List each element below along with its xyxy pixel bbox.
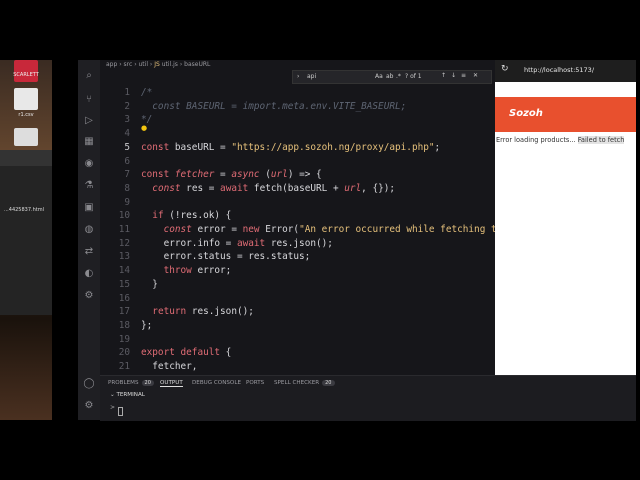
js-file-icon: JS [154,61,160,68]
breadcrumb-util[interactable]: util [139,61,149,68]
error-highlight: Failed to fetch [577,136,625,144]
line-number: 10 [118,210,130,222]
match-case-toggle[interactable]: Aa [375,73,383,80]
line-number: 20 [118,347,130,359]
gear-icon[interactable]: ⚙ [83,400,95,412]
terminal-section[interactable]: ⌄ TERMINAL [110,392,145,398]
tab-spell-checker[interactable]: SPELL CHECKER 20 [274,380,335,386]
line-number: 12 [118,237,130,249]
next-match-icon[interactable]: ↓ [451,72,456,79]
breadcrumb: app › src › util › JS util.js › baseURL [106,61,211,68]
docker-icon[interactable]: ▣ [83,202,95,214]
toggle-replace-icon[interactable]: › [297,73,299,80]
tab-problems[interactable]: PROBLEMS 20 [108,380,154,386]
tab-ports[interactable]: PORTS [246,380,264,386]
code-line[interactable]: return res.json(); [141,306,254,317]
breadcrumb-symbol[interactable]: baseURL [184,61,210,68]
scarlett-app-icon[interactable] [14,60,38,82]
settings-sync-icon[interactable]: ⚙ [83,290,95,302]
edge-icon[interactable]: ◐ [83,268,95,280]
csv-file-icon[interactable] [14,88,38,110]
code-line[interactable]: /* [141,87,152,98]
line-number: 2 [124,100,130,112]
line-number: 15 [118,278,130,290]
code-line[interactable]: if (!res.ok) { [141,210,231,221]
globe-icon[interactable]: ◍ [83,224,95,236]
terminal-cursor[interactable] [118,407,123,416]
line-number: 9 [124,196,130,208]
reload-icon[interactable]: ↻ [501,64,509,74]
line-number: 17 [118,306,130,318]
error-message: Error loading products... Failed to fetc… [496,136,625,144]
line-number: 7 [124,169,130,181]
finder-toolbar [0,150,52,166]
line-number: 16 [118,292,130,304]
previous-match-icon[interactable]: ↑ [441,72,446,79]
lightbulb-icon[interactable]: ● [141,124,147,132]
breadcrumb-src[interactable]: src [124,61,133,68]
terminal-prompt-icon: > [110,404,116,411]
desktop-icon-label: r1.csv [18,112,34,118]
run-debug-icon[interactable]: ▷ [83,115,95,127]
close-find-icon[interactable]: ✕ [473,72,478,79]
desktop-icon-label: SCARLETT [13,72,39,78]
code-line[interactable]: export default { [141,347,231,358]
find-widget: › api Aa ab .* ? of 1 ↑ ↓ ≡ ✕ [292,70,492,84]
code-line[interactable]: const error = new Error("An error occurr… [141,224,508,235]
database-icon[interactable]: ◉ [83,158,95,170]
printer-icon[interactable] [14,128,38,146]
line-number: 21 [118,361,130,372]
account-icon[interactable]: ◯ [83,378,95,390]
whole-word-toggle[interactable]: ab [386,73,394,80]
code-line[interactable]: fetcher, [141,361,197,372]
line-number: 11 [118,224,130,235]
code-line[interactable]: error.info = await res.json(); [141,238,333,249]
code-line[interactable]: const fetcher = async (url) => { [141,169,322,180]
search-icon[interactable]: ⌕ [83,70,95,82]
line-number: 4 [124,128,130,140]
code-line[interactable]: } [141,279,158,290]
extensions-icon[interactable]: ▦ [83,136,95,148]
url-bar[interactable]: http://localhost:5173/ [524,66,594,74]
breadcrumb-file[interactable]: util.js [162,61,178,68]
code-line[interactable]: const res = await fetch(baseURL + url, {… [141,183,395,194]
line-number: 18 [118,319,130,331]
code-line[interactable]: const baseURL = "https://app.sozoh.ng/pr… [141,142,440,153]
tab-output[interactable]: OUTPUT [160,380,183,387]
line-number: 8 [124,182,130,194]
line-number: 6 [124,155,130,167]
remote-icon[interactable]: ⇄ [83,246,95,258]
match-count: ? of 1 [405,73,422,80]
line-number: 13 [118,251,130,263]
finder-file-name[interactable]: ...4425837.html [4,207,44,213]
find-input[interactable]: api [307,73,316,80]
find-in-selection-icon[interactable]: ≡ [461,72,466,79]
code-line[interactable]: const BASEURL = import.meta.env.VITE_BAS… [141,101,406,112]
code-line[interactable]: throw error; [141,265,232,276]
testing-icon[interactable]: ⚗ [83,180,95,192]
finder-window [0,150,52,315]
tab-debug-console[interactable]: DEBUG CONSOLE [192,380,241,386]
source-control-icon[interactable]: ⑂ [83,94,95,106]
site-logo[interactable]: Sozoh [509,108,543,119]
line-number: 5 [124,141,130,153]
activity-bar: ⌕ ⑂ ▷ ▦ ◉ ⚗ ▣ ◍ ⇄ ◐ ⚙ ◯ ⚙ [78,60,100,420]
breadcrumb-app[interactable]: app [106,61,117,68]
line-number: 1 [124,87,130,98]
code-line[interactable]: }; [141,320,152,331]
code-line[interactable]: error.status = res.status; [141,251,311,262]
line-number: 3 [124,114,130,126]
line-number: 19 [118,333,130,345]
regex-toggle[interactable]: .* [396,73,401,80]
line-number: 14 [118,265,130,277]
